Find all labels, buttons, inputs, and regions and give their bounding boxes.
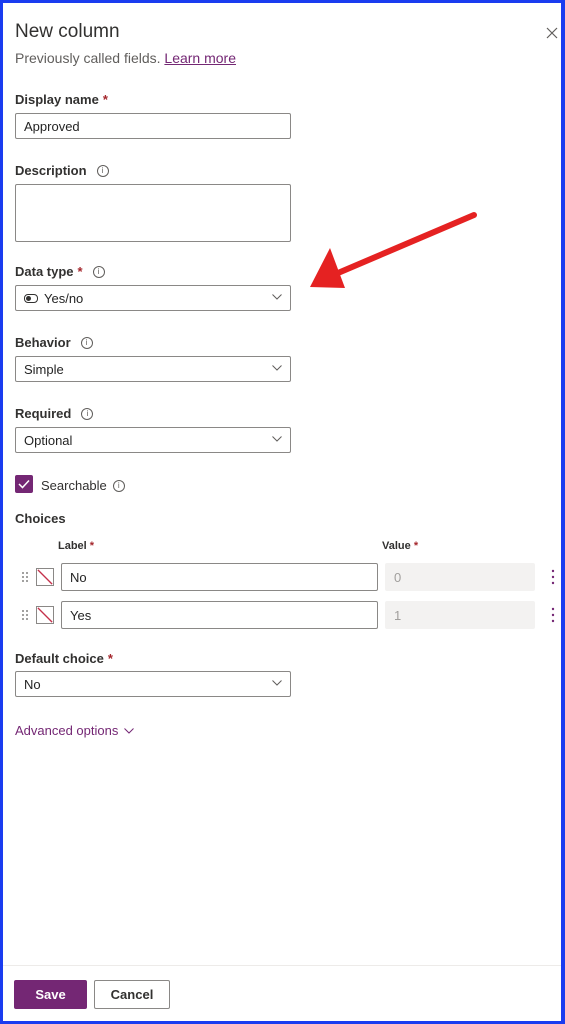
choice-value-header: Value *	[382, 540, 418, 552]
more-options-icon[interactable]	[551, 569, 555, 585]
cancel-button[interactable]: Cancel	[94, 980, 170, 1009]
choices-label: Choices	[15, 511, 66, 526]
data-type-dropdown[interactable]: Yes/no	[15, 285, 291, 311]
no-color-icon[interactable]	[36, 606, 54, 624]
new-column-panel: New column Previously called fields. Lea…	[3, 3, 561, 1021]
display-name-input[interactable]: Approved	[15, 113, 291, 139]
label-header-text: Label	[58, 540, 87, 552]
default-choice-label: Default choice *	[15, 651, 113, 666]
panel-subtitle: Previously called fields. Learn more	[15, 50, 236, 66]
toggle-icon	[24, 293, 38, 303]
description-label: Description i	[15, 163, 109, 178]
description-textarea[interactable]	[15, 184, 291, 242]
value-header-text: Value	[382, 540, 411, 552]
required-mark: *	[89, 540, 95, 552]
choice-value: 1	[394, 607, 402, 623]
required-mark: *	[107, 651, 113, 666]
footer-divider	[3, 965, 561, 966]
chevron-down-icon	[272, 680, 282, 686]
choice-value-input: 0	[385, 563, 535, 591]
choice-label-input[interactable]: No	[61, 563, 378, 591]
display-name-label-text: Display name	[15, 92, 99, 107]
info-icon[interactable]: i	[80, 336, 93, 349]
default-choice-value: No	[24, 676, 41, 692]
info-icon[interactable]: i	[92, 265, 105, 278]
behavior-dropdown[interactable]: Simple	[15, 356, 291, 382]
required-value: Optional	[24, 432, 73, 448]
advanced-options-text: Advanced options	[15, 723, 119, 738]
data-type-value: Yes/no	[44, 290, 84, 306]
default-choice-label-text: Default choice	[15, 651, 104, 666]
chevron-down-icon	[272, 436, 282, 442]
choice-label-value: Yes	[70, 607, 92, 623]
panel-title: New column	[15, 21, 120, 42]
required-label: Required i	[15, 406, 94, 421]
required-dropdown[interactable]: Optional	[15, 427, 291, 453]
choice-label-value: No	[70, 569, 87, 585]
drag-handle-icon[interactable]	[22, 572, 28, 582]
chevron-down-icon	[272, 365, 282, 371]
choice-value-input: 1	[385, 601, 535, 629]
required-label-text: Required	[15, 406, 72, 421]
display-name-value: Approved	[24, 118, 80, 134]
choices-label-text: Choices	[15, 511, 66, 526]
info-icon[interactable]: i	[112, 479, 125, 492]
more-options-icon[interactable]	[551, 607, 555, 623]
info-icon[interactable]: i	[96, 164, 109, 177]
behavior-label: Behavior i	[15, 335, 93, 350]
learn-more-link[interactable]: Learn more	[164, 50, 236, 66]
no-color-icon[interactable]	[36, 568, 54, 586]
advanced-options-toggle[interactable]: Advanced options	[15, 723, 135, 738]
save-button[interactable]: Save	[14, 980, 87, 1009]
close-icon[interactable]	[544, 25, 560, 41]
drag-handle-icon[interactable]	[22, 610, 28, 620]
default-choice-dropdown[interactable]: No	[15, 671, 291, 697]
choice-value: 0	[394, 569, 402, 585]
data-type-label-text: Data type	[15, 264, 74, 279]
chevron-down-icon	[124, 727, 135, 734]
required-mark: *	[413, 540, 419, 552]
subtitle-text: Previously called fields.	[15, 50, 161, 66]
display-name-label: Display name *	[15, 92, 108, 107]
required-mark: *	[102, 92, 108, 107]
checkmark-icon	[18, 479, 30, 489]
searchable-label: Searchable i	[41, 478, 125, 493]
required-mark: *	[77, 264, 83, 279]
searchable-checkbox[interactable]	[15, 475, 33, 493]
choice-label-input[interactable]: Yes	[61, 601, 378, 629]
searchable-label-text: Searchable	[41, 478, 107, 493]
description-label-text: Description	[15, 163, 87, 178]
data-type-label: Data type * i	[15, 264, 105, 279]
choice-label-header: Label *	[58, 540, 94, 552]
chevron-down-icon	[272, 294, 282, 300]
info-icon[interactable]: i	[81, 407, 94, 420]
behavior-value: Simple	[24, 361, 64, 377]
behavior-label-text: Behavior	[15, 335, 71, 350]
